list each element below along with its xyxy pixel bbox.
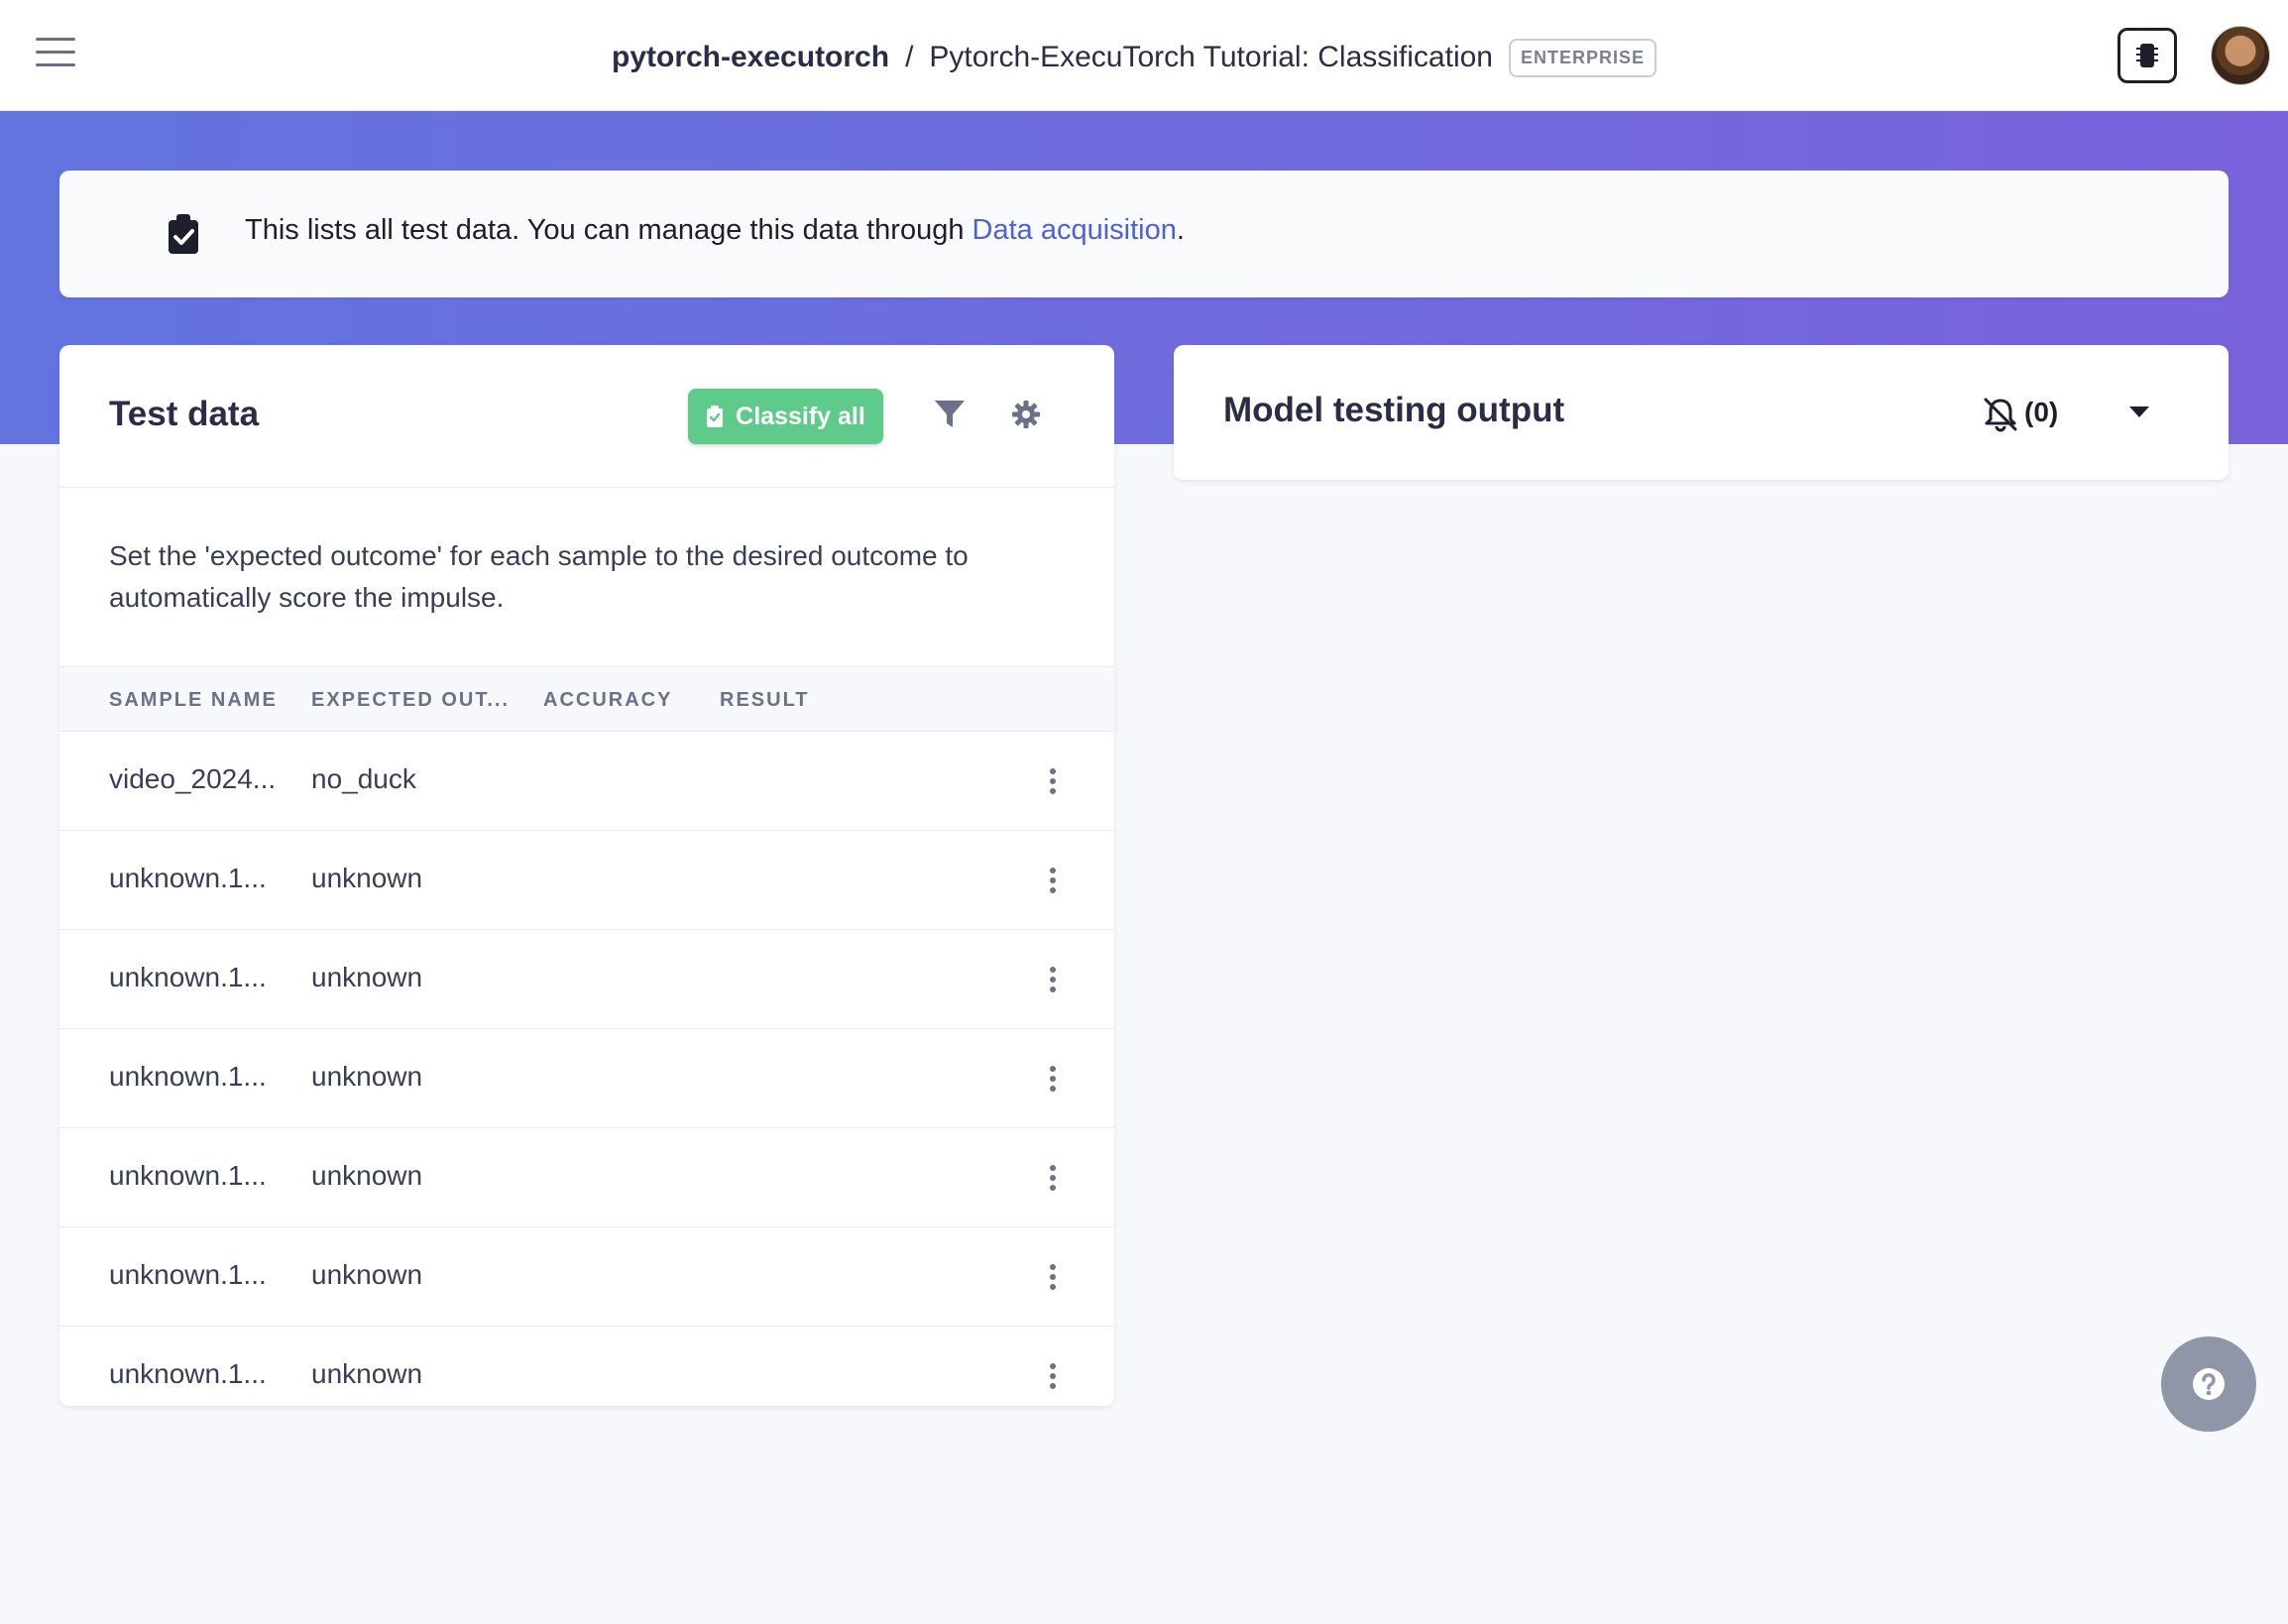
table-header: SAMPLE NAME EXPECTED OUT... ACCURACY RES… [59, 666, 1114, 732]
expected-outcome-cell: no_duck [311, 763, 416, 794]
enterprise-badge: ENTERPRISE [1508, 38, 1658, 77]
info-banner: This lists all test data. You can manage… [59, 171, 2229, 297]
row-menu-icon[interactable] [1043, 761, 1063, 801]
bell-off-icon[interactable] [1981, 395, 2020, 434]
row-menu-icon[interactable] [1043, 1059, 1063, 1099]
expected-outcome-cell: unknown [311, 1160, 423, 1191]
model-testing-output-title: Model testing output [1223, 391, 1565, 429]
notification-count: (0) [2024, 397, 2059, 427]
classify-all-label: Classify all [736, 402, 865, 430]
project-name[interactable]: pytorch-executorch [612, 41, 889, 74]
expected-outcome-cell: unknown [311, 1259, 423, 1290]
clipboard-check-icon [707, 406, 724, 427]
sample-name-cell: unknown.1... [109, 1160, 267, 1191]
column-expected-outcome[interactable]: EXPECTED OUT... [311, 689, 510, 712]
info-text-body: This lists all test data. You can manage… [245, 214, 972, 246]
table-row[interactable]: unknown.1... unknown [59, 1128, 1114, 1227]
info-text: This lists all test data. You can manage… [245, 214, 1185, 247]
table-row[interactable]: unknown.1... unknown [59, 831, 1114, 930]
table-row[interactable]: unknown.1... unknown [59, 1029, 1114, 1128]
model-testing-output-card: Model testing output (0) [1174, 345, 2229, 480]
test-data-title: Test data [109, 395, 260, 433]
sample-name-cell: unknown.1... [109, 1259, 267, 1290]
row-menu-icon[interactable] [1043, 1158, 1063, 1198]
table-row[interactable]: video_2024... no_duck [59, 732, 1114, 831]
top-bar: pytorch-executorch / Pytorch-ExecuTorch … [0, 0, 2288, 111]
table-row[interactable]: unknown.1... unknown [59, 930, 1114, 1029]
row-menu-icon[interactable] [1043, 861, 1063, 900]
classify-all-button[interactable]: Classify all [688, 389, 883, 444]
chevron-down-icon[interactable] [2129, 406, 2149, 417]
table-row[interactable]: unknown.1... unknown [59, 1227, 1114, 1327]
column-result[interactable]: RESULT [720, 689, 810, 712]
test-data-header: Test data Classify all [59, 345, 1114, 488]
test-data-description: Set the 'expected outcome' for each samp… [109, 540, 969, 613]
breadcrumb-separator: / [905, 41, 914, 73]
expected-outcome-cell: unknown [311, 1061, 423, 1092]
sample-name-cell: unknown.1... [109, 1061, 267, 1092]
sample-name-cell: unknown.1... [109, 863, 267, 893]
avatar[interactable] [2211, 26, 2270, 85]
row-menu-icon[interactable] [1043, 960, 1063, 999]
info-text-end: . [1176, 214, 1185, 246]
data-acquisition-link[interactable]: Data acquisition [972, 214, 1177, 246]
sample-name-cell: unknown.1... [109, 1358, 267, 1389]
device-chip-button[interactable] [2117, 28, 2177, 83]
filter-icon[interactable] [930, 395, 970, 434]
clipboard-check-icon [169, 214, 198, 254]
breadcrumb: pytorch-executorch / Pytorch-ExecuTorch … [612, 36, 1658, 79]
row-menu-icon[interactable] [1043, 1257, 1063, 1297]
expected-outcome-cell: unknown [311, 1358, 423, 1389]
sample-name-cell: unknown.1... [109, 962, 267, 992]
project-title: Pytorch-ExecuTorch Tutorial: Classificat… [929, 41, 1493, 73]
column-sample-name[interactable]: SAMPLE NAME [109, 689, 278, 712]
chip-icon [2136, 44, 2158, 67]
table-row[interactable]: unknown.1... unknown [59, 1327, 1114, 1406]
expected-outcome-cell: unknown [311, 962, 423, 992]
test-data-card: Test data Classify all Set the 'expected… [59, 345, 1114, 1406]
help-icon [2193, 1368, 2225, 1400]
menu-icon[interactable] [36, 38, 75, 71]
help-button[interactable] [2161, 1336, 2256, 1432]
settings-gear-icon[interactable] [1006, 395, 1046, 434]
column-accuracy[interactable]: ACCURACY [543, 689, 672, 712]
row-menu-icon[interactable] [1043, 1356, 1063, 1396]
sample-name-cell: video_2024... [109, 763, 277, 794]
expected-outcome-cell: unknown [311, 863, 423, 893]
